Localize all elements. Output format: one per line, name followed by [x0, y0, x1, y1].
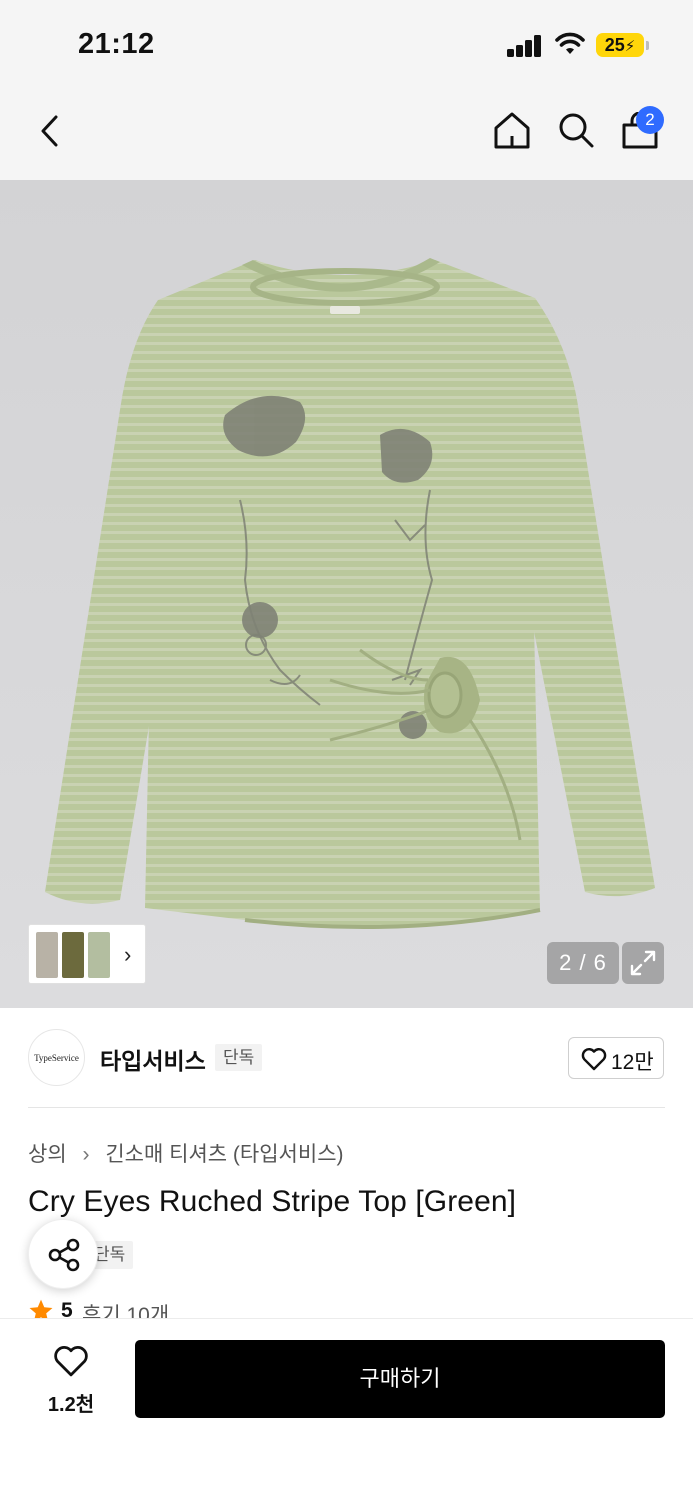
thumbnail-3[interactable] [88, 932, 110, 978]
share-button[interactable] [28, 1219, 98, 1289]
share-icon [48, 1238, 80, 1272]
search-icon[interactable] [557, 111, 595, 149]
wishlist-button[interactable]: 1.2천 [28, 1340, 114, 1420]
back-icon[interactable] [36, 114, 64, 148]
charging-bolt-icon: ⚡ [624, 38, 636, 55]
product-photo [0, 180, 693, 1008]
brand-name[interactable]: 타입서비스 [100, 1042, 206, 1076]
wifi-icon [555, 32, 585, 54]
brand-like-button[interactable]: 12만 [568, 1037, 664, 1079]
wishlist-count: 1.2천 [47, 1394, 95, 1416]
battery-cap [646, 41, 649, 50]
breadcrumb-category[interactable]: 상의 [28, 1143, 67, 1166]
expand-button[interactable] [622, 942, 664, 984]
rating-row[interactable]: 5 후기 10개 [28, 1298, 328, 1318]
battery-level: 25 [604, 35, 625, 55]
product-image-gallery[interactable] [0, 180, 693, 1008]
divider [28, 1107, 665, 1108]
home-icon[interactable] [492, 110, 532, 150]
rating-score: 5 [61, 1299, 73, 1318]
heart-icon [581, 1048, 607, 1071]
cart-count-badge: 2 [636, 106, 664, 134]
star-icon [29, 1299, 53, 1318]
product-title: Cry Eyes Ruched Stripe Top [Green] [28, 1185, 517, 1218]
brand-exclusive-badge: 단독 [215, 1044, 263, 1071]
brand-like-count: 12만 [611, 1051, 654, 1074]
thumbnail-1[interactable] [36, 932, 58, 978]
chevron-right-icon[interactable]: › [124, 942, 131, 968]
review-count[interactable]: 후기 10개 [82, 1299, 169, 1318]
chevron-right-icon: › [82, 1143, 90, 1166]
status-time: 21:12 [78, 28, 155, 60]
image-page-counter: 2 / 6 [547, 942, 619, 984]
thumbnail-2[interactable] [62, 932, 84, 978]
status-bar: 21:12 25⚡ [0, 0, 693, 88]
buy-button[interactable]: 구매하기 [135, 1340, 665, 1418]
cellular-signal-icon [507, 35, 543, 57]
expand-icon [630, 950, 656, 976]
breadcrumb-subcategory[interactable]: 긴소매 티셔츠 (타입서비스) [105, 1143, 343, 1166]
battery-indicator: 25⚡ [596, 33, 644, 57]
breadcrumb: 상의 › 긴소매 티셔츠 (타입서비스) [28, 1138, 344, 1168]
brand-logo[interactable]: TypeService [28, 1029, 85, 1086]
heart-icon [54, 1346, 88, 1377]
